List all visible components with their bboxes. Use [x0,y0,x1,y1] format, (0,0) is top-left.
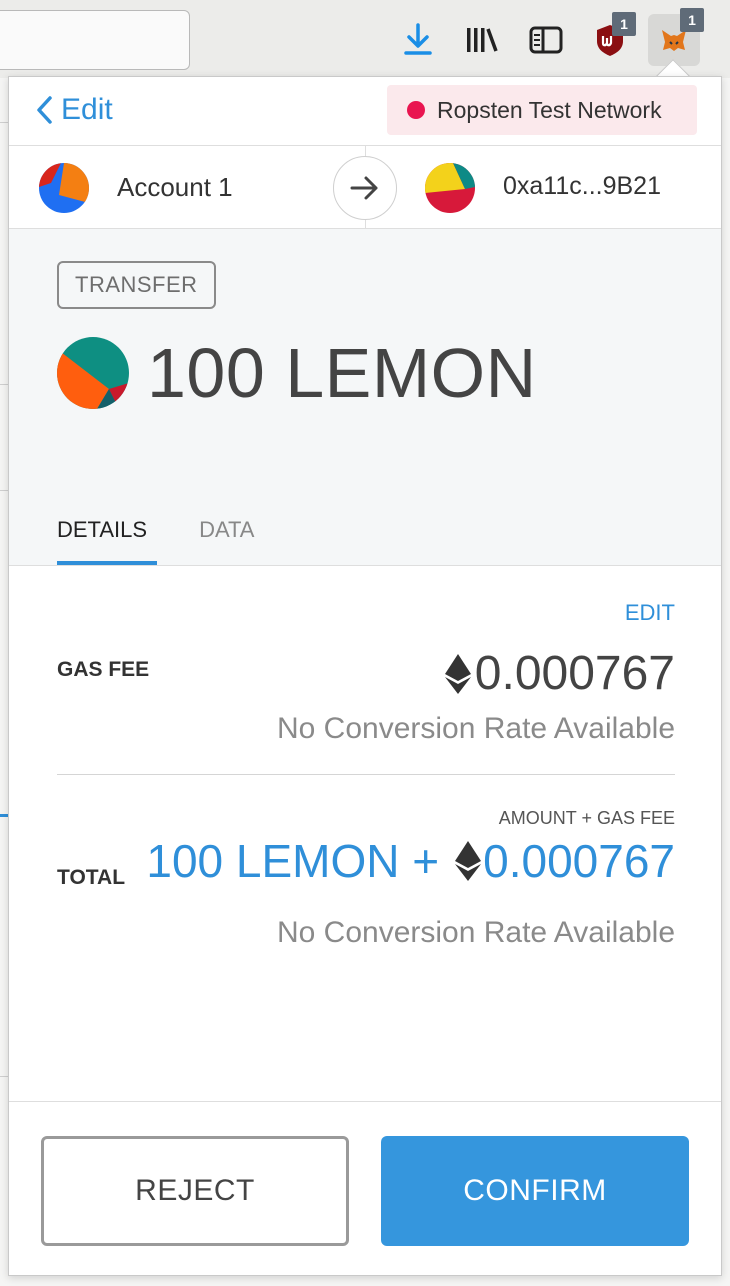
tab-details[interactable]: DETAILS [57,511,157,565]
network-label: Ropsten Test Network [437,96,662,123]
action-type-badge: TRANSFER [57,261,216,309]
browser-toolbar: 1 1 [0,0,730,78]
token-identicon [57,337,129,409]
network-dot-icon [407,101,425,119]
edit-gas-link[interactable]: EDIT [625,600,675,626]
recipient-identicon [425,163,475,213]
metamask-fox-icon[interactable]: 1 [648,8,704,66]
url-bar[interactable] [0,10,190,70]
sidebar-icon[interactable] [524,18,568,62]
reject-button[interactable]: REJECT [41,1136,349,1246]
details-separator [57,774,675,775]
total-conversion: No Conversion Rate Available [276,916,675,949]
tab-details-label: DETAILS [57,517,148,542]
confirm-button[interactable]: CONFIRM [381,1136,689,1246]
confirm-header: Edit Ropsten Test Network [9,77,721,145]
gas-fee-amount: 0.000767 [474,647,675,700]
metamask-badge: 1 [680,8,704,32]
total-caption: AMOUNT + GAS FEE [498,808,675,828]
chevron-left-icon [37,96,52,124]
gas-fee-value: 0.000767 [444,646,675,701]
total-value: 100 LEMON + 0.000767 [146,834,675,888]
amount-row: 100 LEMON [57,333,537,413]
transaction-summary: TRANSFER 100 LEMON DETAILS DATA [9,229,721,565]
ublock-icon[interactable]: 1 [588,12,636,62]
sender-identicon [39,163,89,213]
total-eth-amount: 0.000767 [483,835,675,887]
recipient-address: 0xa11c...9B21 [503,172,661,200]
downloads-icon[interactable] [396,18,440,62]
detail-tabs: DETAILS DATA [57,511,306,565]
library-icon[interactable] [460,18,504,62]
edit-back-button[interactable]: Edit [35,93,113,127]
sender-recipient-row: Account 1 0xa11c...9B21 [9,145,721,230]
tab-data-label: DATA [199,517,255,542]
metamask-popup: Edit Ropsten Test Network Account 1 0xa1… [8,76,722,1276]
network-indicator[interactable]: Ropsten Test Network [387,85,697,135]
ublock-badge: 1 [612,12,636,36]
gas-fee-conversion: No Conversion Rate Available [276,712,675,745]
edit-back-label: Edit [61,93,113,126]
action-footer: REJECT CONFIRM [9,1101,721,1275]
tab-data[interactable]: DATA [199,511,254,565]
arrow-right-icon [333,156,397,220]
summary-divider [9,565,721,566]
ethereum-icon [455,841,482,881]
sender-account-name: Account 1 [117,172,233,202]
gas-fee-label: GAS FEE [57,658,150,681]
transfer-amount: 100 LEMON [147,334,537,412]
total-token-part: 100 LEMON + [146,835,440,887]
total-label: TOTAL [57,866,126,889]
ethereum-icon [444,653,471,694]
